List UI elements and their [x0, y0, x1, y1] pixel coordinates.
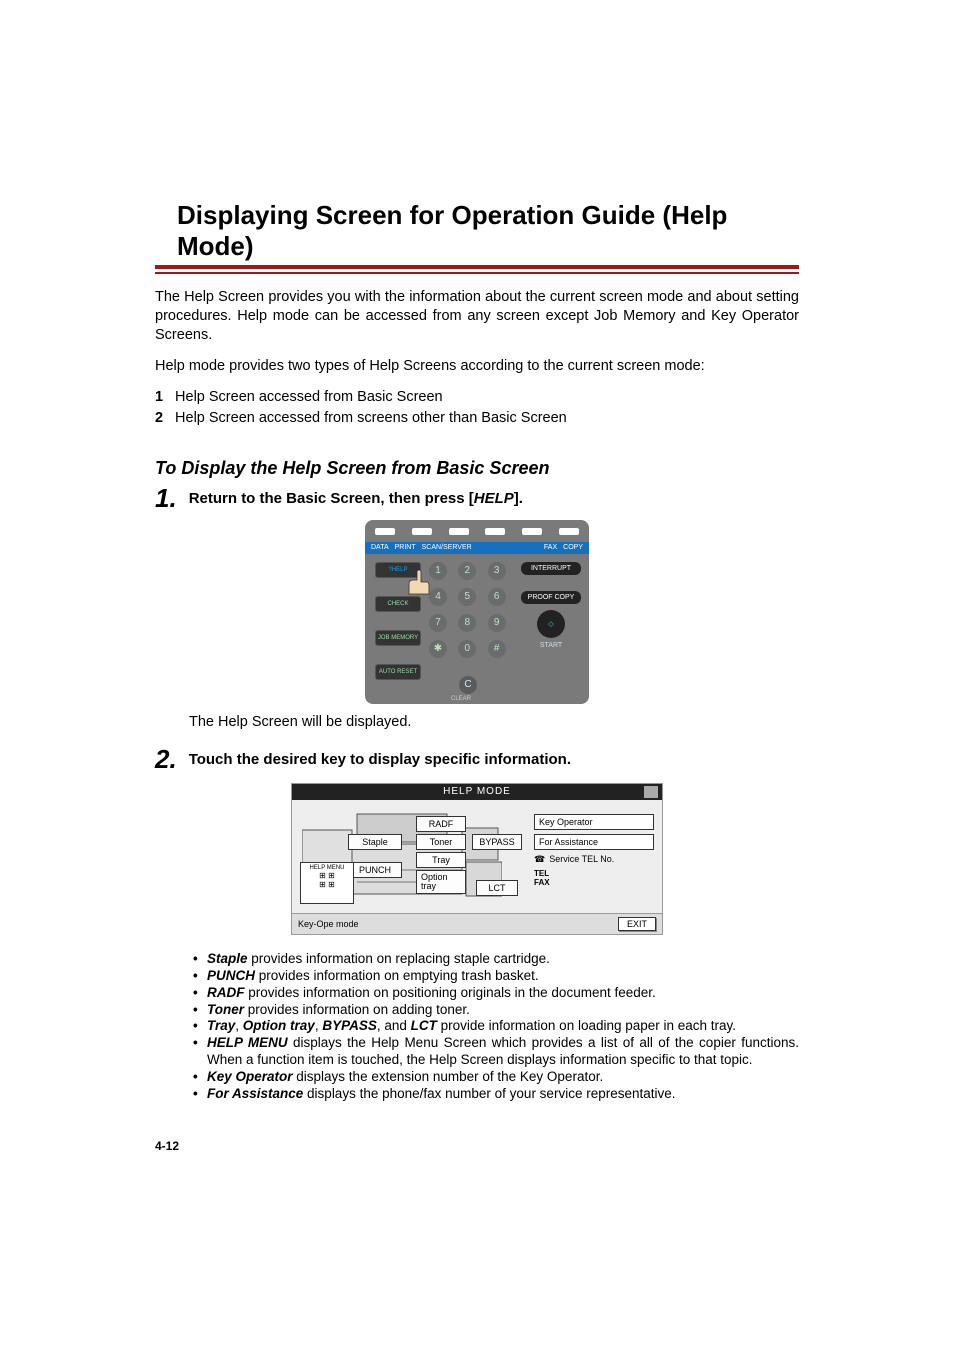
step-1-pre: Return to the Basic Screen, then press [ [189, 490, 474, 507]
bullet-list: Staple provides information on replacing… [207, 951, 799, 1103]
control-panel-illustration: DATA PRINT SCAN/SERVER FAX COPY ? HELP C… [365, 520, 589, 704]
keypad-6: 6 [488, 588, 506, 606]
mode-item-1: 1 Help Screen accessed from Basic Screen [155, 387, 799, 407]
step-1-text: Return to the Basic Screen, then press [… [189, 490, 523, 507]
intro-paragraph: The Help Screen provides you with the in… [155, 288, 799, 345]
panel2-tray-btn: Tray [416, 852, 466, 868]
keypad-2: 2 [458, 562, 476, 580]
step-1-post: ]. [514, 490, 523, 507]
keypad-3: 3 [488, 562, 506, 580]
step-2-text: Touch the desired key to display specifi… [189, 751, 571, 768]
after-panel1-text: The Help Screen will be displayed. [189, 714, 799, 730]
panel1-start: ◇ [537, 610, 565, 638]
bullet-keyop: Key Operator displays the extension numb… [207, 1069, 799, 1086]
keypad-hash: # [488, 640, 506, 658]
step-2: 2. Touch the desired key to display spec… [155, 744, 799, 775]
step-1-key: HELP [474, 490, 514, 507]
keypad-4: 4 [429, 588, 447, 606]
panel1-fax: FAX [544, 544, 557, 551]
bullet-staple: Staple provides information on replacing… [207, 951, 799, 968]
title-rule [155, 265, 799, 274]
panel2-exit-btn: EXIT [618, 917, 656, 931]
page-number: 4-12 [155, 1139, 799, 1153]
panel2-helpmenu-btn: HELP MENU ⊞ ⊞ ⊞ ⊞ [300, 862, 354, 904]
panel2-punch-btn: PUNCH [348, 862, 402, 878]
panel2-radf-btn: RADF [416, 816, 466, 832]
subheading: To Display the Help Screen from Basic Sc… [155, 458, 799, 479]
phone-icon: ☎ [534, 854, 545, 865]
bullet-punch: PUNCH provides information on emptying t… [207, 968, 799, 985]
panel1-start-label: START [521, 642, 581, 649]
help-mode-screen-illustration: HELP MODE Staple PUNCH RADF Toner Tray O… [291, 783, 663, 935]
panel2-tel: TEL [534, 869, 654, 878]
keypad-0: 0 [458, 640, 476, 658]
bullet-trays: Tray, Option tray, BYPASS, and LCT provi… [207, 1018, 799, 1035]
keypad-5: 5 [458, 588, 476, 606]
panel2-title: HELP MODE [292, 784, 662, 800]
panel2-lct-btn: LCT [476, 880, 518, 896]
panel2-assist-btn: For Assistance [534, 834, 654, 850]
panel1-proof: PROOF COPY [521, 591, 581, 604]
mode-item-2: 2 Help Screen accessed from screens othe… [155, 408, 799, 428]
mode-item-2-text: Help Screen accessed from screens other … [175, 410, 567, 426]
keypad-clear: C [459, 676, 477, 694]
mode-item-1-text: Help Screen accessed from Basic Screen [175, 389, 443, 405]
keypad-clear-label: CLEAR [451, 696, 471, 702]
panel2-keyop-btn: Key Operator [534, 814, 654, 830]
step-1: 1. Return to the Basic Screen, then pres… [155, 483, 799, 514]
modes-intro: Help mode provides two types of Help Scr… [155, 357, 799, 376]
bullet-toner: Toner provides information on adding ton… [207, 1002, 799, 1019]
panel2-toner-btn: Toner [416, 834, 466, 850]
panel1-jobmem-btn: JOB MEMORY [375, 630, 421, 646]
keypad-9: 9 [488, 614, 506, 632]
panel1-print: PRINT [395, 544, 416, 551]
panel1-data: DATA [371, 544, 389, 551]
step-2-num: 2. [155, 744, 177, 775]
mode-item-2-num: 2 [155, 408, 171, 428]
panel2-optiontray-btn: Option tray [416, 870, 466, 894]
panel2-footer-mode: Key-Ope mode [298, 919, 359, 929]
page-title: Displaying Screen for Operation Guide (H… [155, 200, 799, 262]
panel2-fax: FAX [534, 878, 654, 887]
keypad-7: 7 [429, 614, 447, 632]
keypad-star: ✱ [429, 640, 447, 658]
panel1-scan: SCAN/SERVER [422, 544, 472, 551]
panel2-bypass-btn: BYPASS [472, 834, 522, 850]
bullet-radf: RADF provides information on positioning… [207, 985, 799, 1002]
panel2-staple-btn: Staple [348, 834, 402, 850]
step-1-num: 1. [155, 483, 177, 514]
bullet-assist: For Assistance displays the phone/fax nu… [207, 1086, 799, 1103]
panel1-autoreset-btn: AUTO RESET [375, 664, 421, 680]
bullet-helpmenu: HELP MENU displays the Help Menu Screen … [207, 1035, 799, 1069]
panel2-svc: Service TEL No. [549, 854, 614, 864]
density-icon [644, 786, 658, 798]
mode-item-1-num: 1 [155, 387, 171, 407]
keypad-1: 1 [429, 562, 447, 580]
panel1-copy: COPY [563, 544, 583, 551]
keypad-8: 8 [458, 614, 476, 632]
finger-pointer-icon [407, 568, 431, 596]
panel1-check-btn: CHECK [375, 596, 421, 612]
panel1-interrupt: INTERRUPT [521, 562, 581, 575]
